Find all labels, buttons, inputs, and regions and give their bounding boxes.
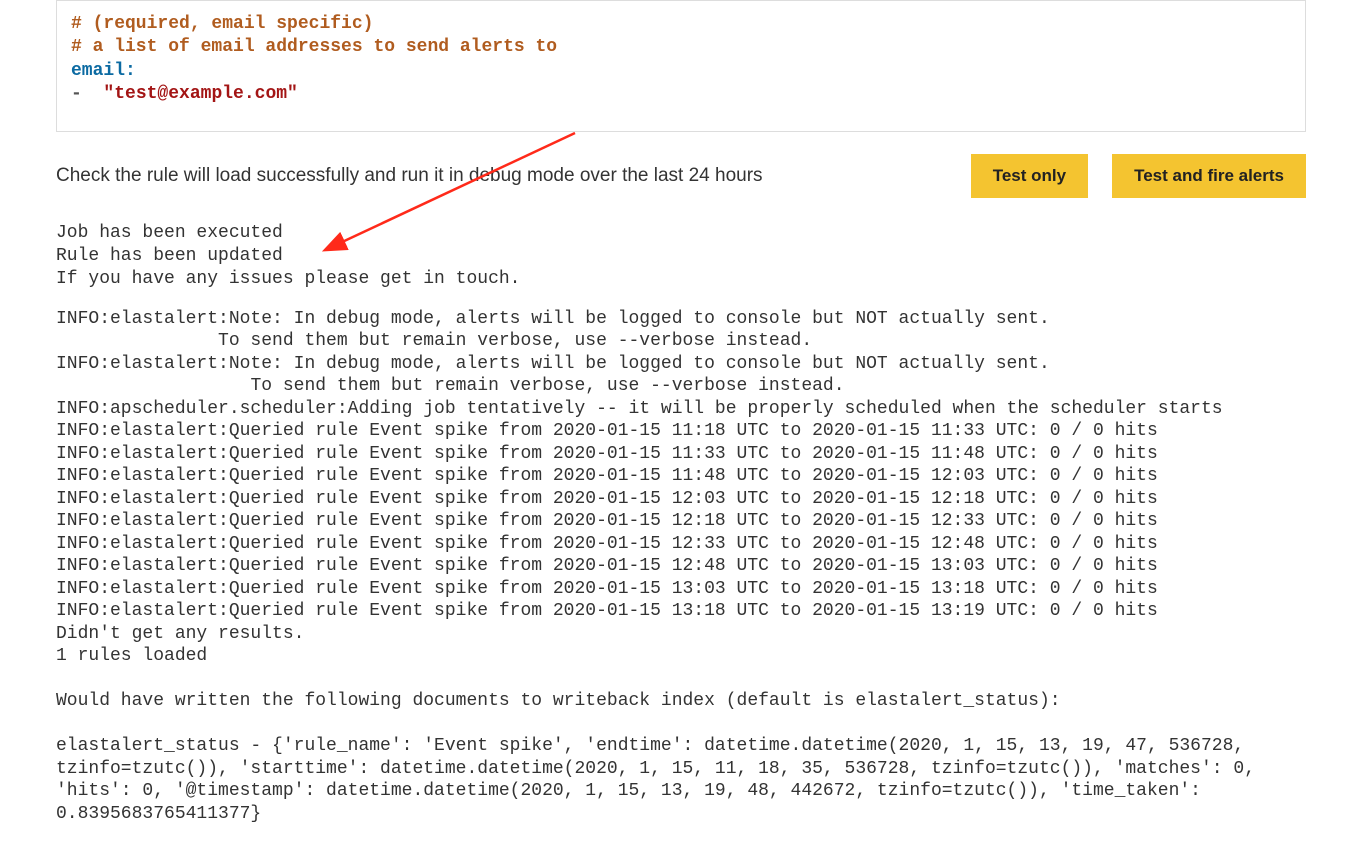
action-row: Check the rule will load successfully an… <box>56 154 1306 198</box>
status-line: Job has been executed <box>56 223 283 243</box>
code-dash: - <box>71 84 82 104</box>
config-code-block: # (required, email specific) # a list of… <box>56 0 1306 132</box>
status-line: Rule has been updated <box>56 246 283 266</box>
test-and-fire-button[interactable]: Test and fire alerts <box>1112 154 1306 198</box>
status-block: Job has been executed Rule has been upda… <box>56 222 1306 292</box>
page-container: # (required, email specific) # a list of… <box>0 0 1362 855</box>
log-output: INFO:elastalert:Note: In debug mode, ale… <box>56 308 1306 826</box>
code-string: "test@example.com" <box>103 84 297 104</box>
status-line: If you have any issues please get in tou… <box>56 269 520 289</box>
test-only-button[interactable]: Test only <box>971 154 1088 198</box>
code-key: email: <box>71 61 136 81</box>
instruction-text: Check the rule will load successfully an… <box>56 165 947 187</box>
code-comment: # a list of email addresses to send aler… <box>71 37 557 57</box>
code-comment: # (required, email specific) <box>71 14 373 34</box>
